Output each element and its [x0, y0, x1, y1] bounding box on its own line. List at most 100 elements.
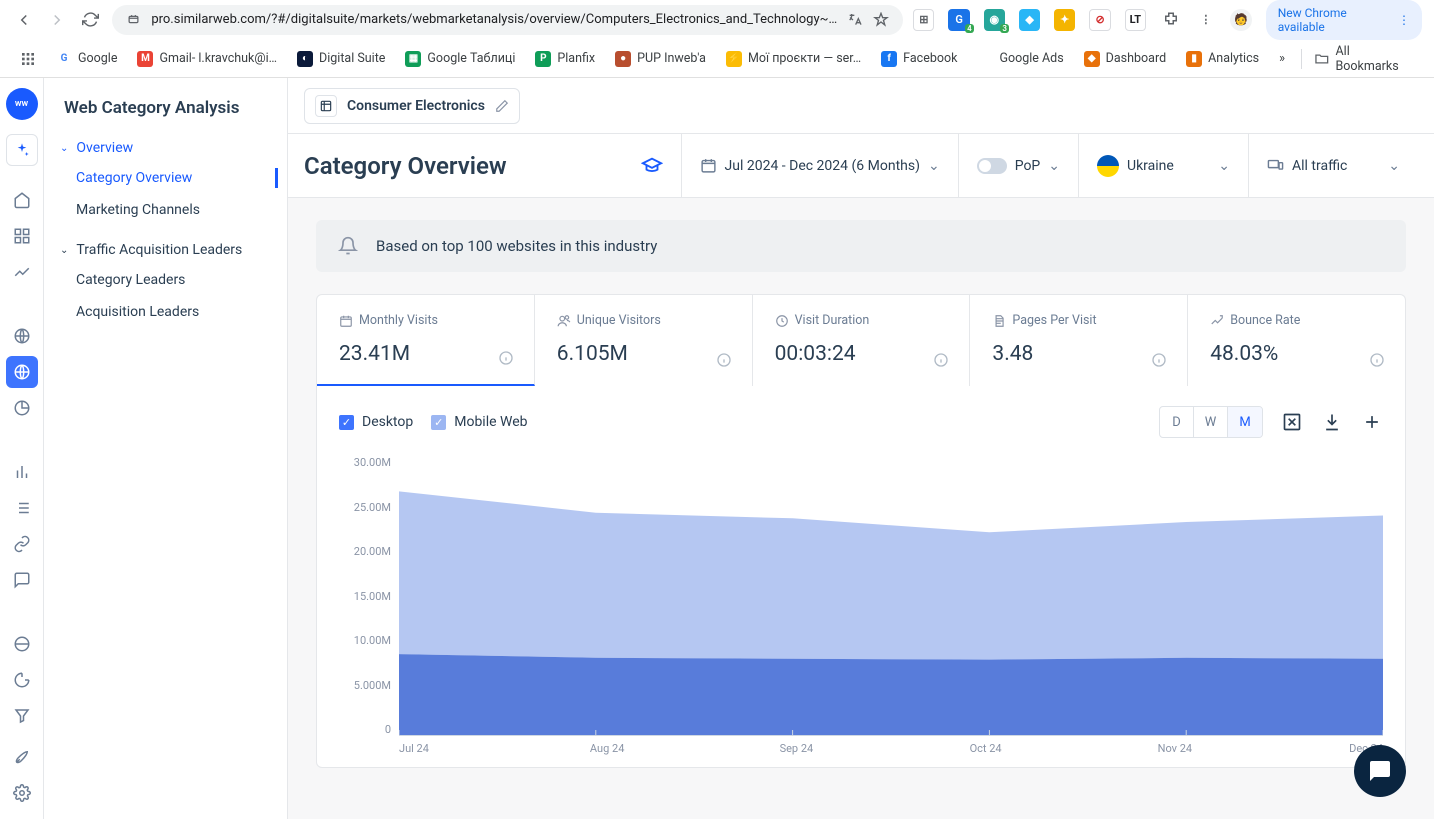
chevron-down-icon: ⌄	[60, 245, 68, 256]
favicon: ▮	[1186, 51, 1202, 67]
metric-card[interactable]: Bounce Rate 48.03%	[1188, 295, 1405, 386]
bookmark-item[interactable]: fFacebook	[873, 47, 965, 71]
rail-link[interactable]	[6, 528, 38, 560]
favicon: G	[56, 51, 72, 67]
bookmark-item[interactable]: ◆Dashboard	[1076, 47, 1174, 71]
translate-icon[interactable]	[847, 12, 863, 28]
info-icon[interactable]	[716, 352, 732, 368]
export-excel-icon[interactable]	[1281, 411, 1303, 433]
sidebar-item-acquisition-leaders[interactable]: Acquisition Leaders	[44, 296, 278, 328]
info-icon[interactable]	[1369, 352, 1385, 368]
bookmark-item[interactable]: ▮Analytics	[1178, 47, 1267, 71]
info-icon[interactable]	[498, 350, 514, 366]
metric-card[interactable]: Pages Per Visit 3.48	[970, 295, 1188, 386]
ext-icon-4[interactable]: ◆	[1019, 9, 1040, 31]
rail-logo[interactable]: ww	[6, 88, 38, 120]
rail-settings[interactable]	[6, 777, 38, 809]
metric-card[interactable]: Visit Duration 00:03:24	[753, 295, 971, 386]
info-icon[interactable]	[933, 352, 949, 368]
sidebar-item-category-overview[interactable]: Category Overview	[44, 162, 278, 194]
rail-filter[interactable]	[6, 700, 38, 732]
edit-icon[interactable]	[495, 99, 509, 113]
pop-toggle[interactable]: PoP ⌄	[958, 134, 1078, 198]
ext-icon-6[interactable]: ⊘	[1089, 9, 1110, 31]
devices-icon	[1267, 157, 1284, 174]
forward-button[interactable]	[45, 8, 68, 32]
pages-icon	[992, 314, 1006, 328]
metric-value: 48.03%	[1210, 342, 1383, 366]
bookmark-star-icon[interactable]	[873, 12, 889, 28]
bookmark-item[interactable]: ◐Digital Suite	[289, 47, 393, 71]
gran-week[interactable]: W	[1194, 407, 1228, 437]
rail-message[interactable]	[6, 564, 38, 596]
rail-bars[interactable]	[6, 456, 38, 488]
rail-list[interactable]	[6, 492, 38, 524]
add-icon[interactable]	[1361, 411, 1383, 433]
legend-desktop[interactable]: ✓Desktop	[339, 414, 413, 430]
chart-area: 30.00M25.00M20.00M15.00M10.00M5.000M0	[339, 456, 1383, 736]
legend-mobile[interactable]: ✓Mobile Web	[431, 414, 527, 430]
traffic-filter[interactable]: All traffic ⌄	[1248, 134, 1418, 198]
bookmark-item[interactable]: ●PUP Inweb'a	[607, 47, 714, 71]
sidebar-item-category-leaders[interactable]: Category Leaders	[44, 264, 278, 296]
bookmark-item[interactable]: ▲Google Ads	[969, 47, 1071, 71]
rail-rocket[interactable]	[6, 741, 38, 773]
x-tick: Oct 24	[891, 742, 1080, 755]
bookmark-item[interactable]: MGmail- l.kravchuk@i…	[129, 47, 285, 71]
all-bookmarks[interactable]: All Bookmarks	[1306, 40, 1422, 78]
calendar-icon	[700, 157, 717, 174]
gran-month[interactable]: M	[1228, 407, 1262, 437]
favicon: P	[535, 51, 551, 67]
bookmarks-overflow[interactable]: »	[1271, 47, 1293, 70]
country-filter[interactable]: Ukraine ⌄	[1078, 134, 1248, 198]
sidebar-item-marketing-channels[interactable]: Marketing Channels	[44, 194, 278, 226]
rail-globe-active[interactable]	[6, 356, 38, 388]
sidebar-group-traffic-leaders[interactable]: ⌄Traffic Acquisition Leaders	[44, 236, 287, 264]
download-icon[interactable]	[1321, 411, 1343, 433]
context-chip[interactable]: Consumer Electronics	[304, 88, 520, 124]
toggle-switch[interactable]	[977, 158, 1007, 174]
new-chrome-button[interactable]: New Chrome available ⋮	[1266, 0, 1422, 40]
favicon: ◆	[1084, 51, 1100, 67]
ext-icon-lt[interactable]: LT	[1125, 9, 1146, 31]
bookmark-item[interactable]: ▦Google Таблиці	[397, 47, 523, 71]
rail-trend[interactable]	[6, 256, 38, 288]
metric-card[interactable]: Monthly Visits 23.41M	[317, 295, 535, 386]
y-tick: 0	[339, 723, 391, 736]
bookmark-item[interactable]: GGoogle	[48, 47, 125, 71]
info-icon[interactable]	[1151, 352, 1167, 368]
apps-grid-icon[interactable]	[12, 47, 44, 71]
address-bar[interactable]: pro.similarweb.com/?#/digitalsuite/marke…	[112, 5, 903, 35]
profile-avatar[interactable]: 🧑	[1230, 9, 1251, 31]
rail-grid[interactable]	[6, 220, 38, 252]
sidebar-group-overview[interactable]: ⌄Overview	[44, 134, 287, 162]
ext-icon-2[interactable]: G4	[948, 9, 969, 31]
rail-globe-1[interactable]	[6, 320, 38, 352]
bookmark-item[interactable]: ⚡Мої проєкти — ser…	[718, 47, 869, 71]
extensions-menu-icon[interactable]	[1160, 9, 1181, 31]
chat-fab[interactable]	[1354, 745, 1406, 797]
kebab-icon[interactable]: ⋮	[1195, 9, 1216, 31]
bookmarks-bar: GGoogleMGmail- l.kravchuk@i…◐Digital Sui…	[0, 40, 1434, 78]
chart-plot[interactable]	[399, 456, 1383, 736]
rail-sparkle[interactable]	[6, 134, 38, 166]
metric-value: 6.105M	[557, 342, 730, 366]
rail-home[interactable]	[6, 184, 38, 216]
date-range-filter[interactable]: Jul 2024 - Dec 2024 (6 Months) ⌄	[681, 134, 958, 198]
chevron-down-icon: ⌄	[1388, 158, 1400, 174]
ext-icon-1[interactable]: ⊞	[913, 9, 934, 31]
rail-target[interactable]	[6, 664, 38, 696]
chevron-down-icon: ⌄	[928, 158, 940, 174]
gran-day[interactable]: D	[1160, 407, 1194, 437]
metric-card[interactable]: Unique Visitors 6.105M	[535, 295, 753, 386]
y-tick: 30.00M	[339, 456, 391, 501]
ext-icon-5[interactable]: ✦	[1054, 9, 1075, 31]
y-tick: 10.00M	[339, 634, 391, 679]
back-button[interactable]	[12, 8, 35, 32]
education-icon[interactable]	[641, 134, 681, 198]
rail-globe-3[interactable]	[6, 628, 38, 660]
rail-pie[interactable]	[6, 392, 38, 424]
ext-icon-3[interactable]: ◉3	[984, 9, 1005, 31]
reload-button[interactable]	[79, 8, 102, 32]
bookmark-item[interactable]: PPlanfix	[527, 47, 603, 71]
